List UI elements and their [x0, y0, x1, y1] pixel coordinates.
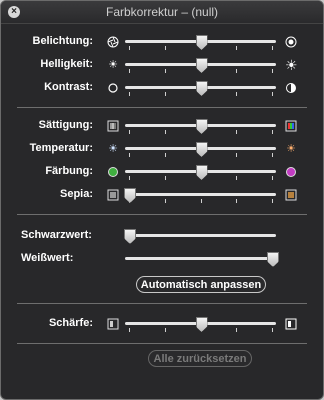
circle-filled-icon[interactable]	[107, 82, 119, 94]
sun-warm-icon[interactable]: ☀	[285, 143, 297, 155]
slider-tick	[164, 130, 166, 134]
slider-tick	[272, 46, 273, 50]
section-divider	[17, 107, 307, 108]
sun-small-icon[interactable]: ☀	[107, 59, 119, 71]
gray-swatch-icon[interactable]	[107, 189, 119, 201]
sepia-swatch-icon[interactable]	[285, 189, 297, 201]
slider-tick	[164, 92, 166, 96]
contrast-row: Kontrast:	[1, 78, 323, 100]
section-divider	[17, 343, 307, 344]
white-point-slider-thumb[interactable]	[267, 252, 279, 267]
aperture-open-icon[interactable]	[285, 36, 297, 48]
sepia-label: Sepia:	[59, 188, 93, 200]
slider-tick	[236, 199, 238, 203]
slider-tick	[272, 328, 273, 332]
slider-tick	[272, 176, 273, 180]
magenta-dot-icon[interactable]	[285, 166, 297, 178]
brightness-label: Helligkeit:	[40, 58, 93, 70]
brightness-row: Helligkeit: ☀ ☀	[1, 55, 323, 77]
slider-tick	[272, 153, 273, 157]
slider-tick	[236, 46, 238, 50]
slider-tick	[129, 46, 130, 50]
slider-tick	[164, 328, 166, 332]
white-point-slider-track[interactable]	[125, 257, 276, 260]
sepia-ticks	[125, 199, 276, 203]
sharp-icon[interactable]	[285, 318, 297, 330]
slider-tick	[236, 69, 238, 73]
window-title: Farbkorrektur – (null)	[105, 5, 219, 19]
slider-tick	[129, 69, 130, 73]
black-point-label: Schwarzwert:	[21, 229, 92, 241]
slider-tick	[129, 130, 130, 134]
slider-tick	[164, 199, 166, 203]
color-swatch-icon[interactable]	[285, 120, 297, 132]
temperature-label: Temperatur:	[29, 142, 93, 154]
sun-cool-icon[interactable]: ☀	[107, 143, 119, 155]
sharpness-row: Schärfe:	[1, 314, 323, 336]
white-point-label: Weißwert:	[21, 252, 74, 264]
tint-label: Färbung:	[45, 165, 93, 177]
slider-tick	[236, 130, 238, 134]
sepia-row: Sepia:	[1, 185, 323, 207]
saturation-label: Sättigung:	[38, 119, 93, 131]
green-dot-icon[interactable]	[107, 166, 119, 178]
slider-tick	[272, 92, 273, 96]
section-divider	[17, 214, 307, 215]
slider-tick	[164, 69, 166, 73]
slider-tick	[129, 328, 130, 332]
slider-tick	[129, 153, 130, 157]
auto-adjust-button[interactable]: Automatisch anpassen	[136, 276, 266, 293]
tint-row: Färbung:	[1, 162, 323, 184]
slider-tick	[272, 69, 273, 73]
slider-tick	[236, 153, 238, 157]
black-point-row: Schwarzwert:	[1, 226, 323, 248]
slider-tick	[236, 176, 238, 180]
sun-large-icon[interactable]: ☀	[285, 58, 298, 72]
contrast-label: Kontrast:	[44, 81, 93, 93]
exposure-label: Belichtung:	[32, 35, 94, 47]
section-divider	[17, 303, 307, 304]
white-point-row: Weißwert:	[1, 249, 323, 271]
slider-tick	[129, 92, 130, 96]
blurry-icon[interactable]	[107, 318, 119, 330]
sharpness-label: Schärfe:	[48, 317, 93, 329]
sepia-slider-track[interactable]	[125, 193, 276, 196]
color-adjust-panel: × Farbkorrektur – (null) Belichtung: Hel…	[0, 0, 324, 400]
reset-all-button[interactable]: Alle zurücksetzen	[148, 350, 252, 367]
temperature-row: Temperatur: ☀ ☀	[1, 139, 323, 161]
aperture-closed-icon[interactable]	[107, 36, 119, 48]
black-point-slider-track[interactable]	[125, 234, 276, 237]
slider-tick	[164, 46, 166, 50]
slider-tick	[164, 153, 166, 157]
slider-tick	[272, 199, 273, 203]
slider-tick	[236, 328, 238, 332]
slider-tick	[164, 176, 166, 180]
slider-tick	[200, 199, 202, 203]
title-bar[interactable]: × Farbkorrektur – (null)	[1, 1, 323, 24]
saturation-row: Sättigung:	[1, 116, 323, 138]
slider-tick	[272, 130, 273, 134]
gray-swatch-icon[interactable]	[107, 120, 119, 132]
slider-tick	[129, 176, 130, 180]
circle-half-icon[interactable]	[285, 82, 297, 94]
slider-tick	[236, 92, 238, 96]
black-point-slider-thumb[interactable]	[124, 229, 136, 244]
exposure-row: Belichtung:	[1, 32, 323, 54]
